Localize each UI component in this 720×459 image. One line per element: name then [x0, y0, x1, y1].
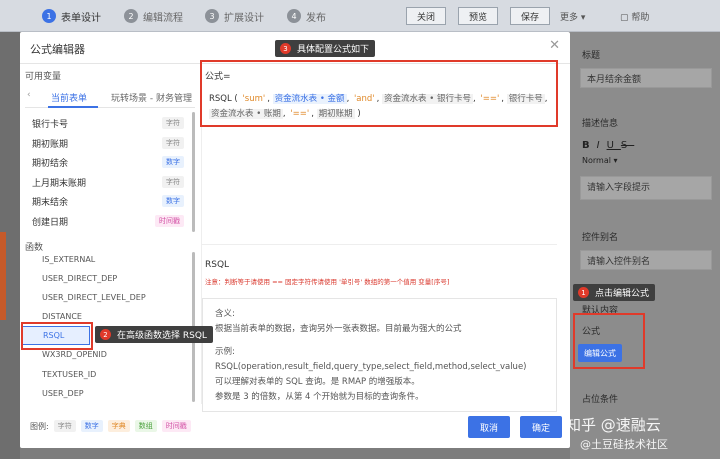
function-title: RSQL [205, 260, 230, 270]
tab-scene-finance[interactable]: 玩转场景 - 财务管理 [111, 91, 192, 104]
functions-heading: 函数 [25, 243, 44, 253]
step-form-design[interactable]: 1 表单设计 [42, 8, 101, 24]
strike-icon: S [620, 140, 635, 151]
desc-label: 描述信息 [582, 119, 619, 129]
variable-tabs: ‹ 当前表单 玩转场景 - 财务管理 [25, 86, 195, 108]
help-icon: ▢ [620, 13, 629, 23]
italic-icon: I [596, 140, 607, 151]
annotation-3: 3 具体配置公式如下 [275, 40, 376, 57]
chevron-down-icon: ▾ [580, 13, 586, 23]
help-link[interactable]: ▢ 帮助 [620, 10, 649, 23]
format-select[interactable]: Normal ▾ [582, 156, 618, 165]
underline-icon: U [606, 140, 621, 151]
tab-underline [48, 106, 98, 108]
save-button[interactable]: 保存 [510, 7, 550, 25]
annotation-2: 2 在高级函数选择 RSQL [95, 326, 213, 343]
watermark: 知乎 @速融云 [566, 416, 661, 434]
close-icon[interactable]: ✕ [549, 38, 560, 53]
step-extend-design[interactable]: 3 扩展设计 [205, 8, 264, 24]
title-input[interactable]: 本月结余金额 [580, 68, 712, 88]
property-panel: 标题 本月结余金额 描述信息 BIUS Normal ▾ 请输入字段提示 控件别… [570, 32, 720, 459]
variable-item[interactable]: 创建日期 时间戳 [32, 212, 184, 230]
legend-string: 字符 [53, 420, 76, 432]
function-item[interactable]: USER_DIRECT_DEP [42, 269, 192, 288]
variable-item[interactable]: 银行卡号 字符 [32, 114, 184, 132]
desc-input[interactable]: 请输入字段提示 [580, 176, 712, 200]
highlight-formula [200, 60, 558, 127]
alias-label: 控件别名 [582, 233, 619, 243]
function-description: 含义: 根据当前表单的数据，查询另外一张表数据。目前最为强大的公式 示例: RS… [202, 298, 557, 412]
variables-heading: 可用变量 [25, 72, 62, 82]
variable-item[interactable]: 期初账期 字符 [32, 134, 184, 152]
close-button[interactable]: 关闭 [406, 7, 446, 25]
cancel-button[interactable]: 取消 [468, 416, 510, 438]
legend-dict: 字典 [107, 420, 130, 432]
function-item[interactable]: IS_EXTERNAL [42, 250, 192, 269]
variable-item[interactable]: 上月期末账期 字符 [32, 173, 184, 191]
watermark-sub: @土豆硅技术社区 [580, 438, 668, 451]
legend-number: 数字 [80, 420, 103, 432]
variable-item[interactable]: 期初结余 数字 [32, 153, 184, 171]
annotation-1: 1 点击编辑公式 [573, 284, 656, 301]
function-note: 注意：判断等于请使用 == 固定字符传请使用 '单引号' 数组的第一个值用 变量… [205, 278, 450, 286]
variables-scrollbar[interactable] [192, 112, 195, 232]
highlight-rsql [21, 322, 93, 350]
step-edit-flow[interactable]: 2 编辑流程 [124, 8, 183, 24]
preview-button[interactable]: 预览 [458, 7, 498, 25]
more-menu[interactable]: 更多 ▾ [560, 10, 585, 23]
function-item[interactable]: USER_DIRECT_LEVEL_DEP [42, 288, 192, 307]
function-item[interactable]: USER_DEP [42, 384, 192, 403]
divider [202, 244, 557, 245]
step-publish[interactable]: 4 发布 [287, 8, 326, 24]
tab-current-form[interactable]: 当前表单 [51, 91, 87, 104]
confirm-button[interactable]: 确定 [520, 416, 562, 438]
legend: 图例: 字符 数字 字典 数组 时间戳 [30, 420, 191, 432]
legend-timestamp: 时间戳 [161, 420, 191, 432]
rich-text-toolbar[interactable]: BIUS [582, 140, 634, 151]
bold-icon: B [582, 140, 597, 151]
function-item[interactable]: TEXTUSER_ID [42, 365, 192, 384]
alias-input[interactable]: 请输入控件别名 [580, 250, 712, 270]
variable-item[interactable]: 期末结余 数字 [32, 192, 184, 210]
top-bar: 1 表单设计 2 编辑流程 3 扩展设计 4 发布 关闭 预览 保存 更多 ▾ ▢ 帮助 [0, 0, 720, 32]
legend-array: 数组 [134, 420, 157, 432]
condition-label: 占位条件 [582, 395, 619, 405]
modal-title: 公式编辑器 [30, 43, 85, 56]
highlight-edit-formula [573, 313, 645, 369]
title-label: 标题 [582, 51, 601, 61]
chevron-left-icon[interactable]: ‹ [27, 90, 31, 100]
left-accent-bar [0, 232, 6, 320]
